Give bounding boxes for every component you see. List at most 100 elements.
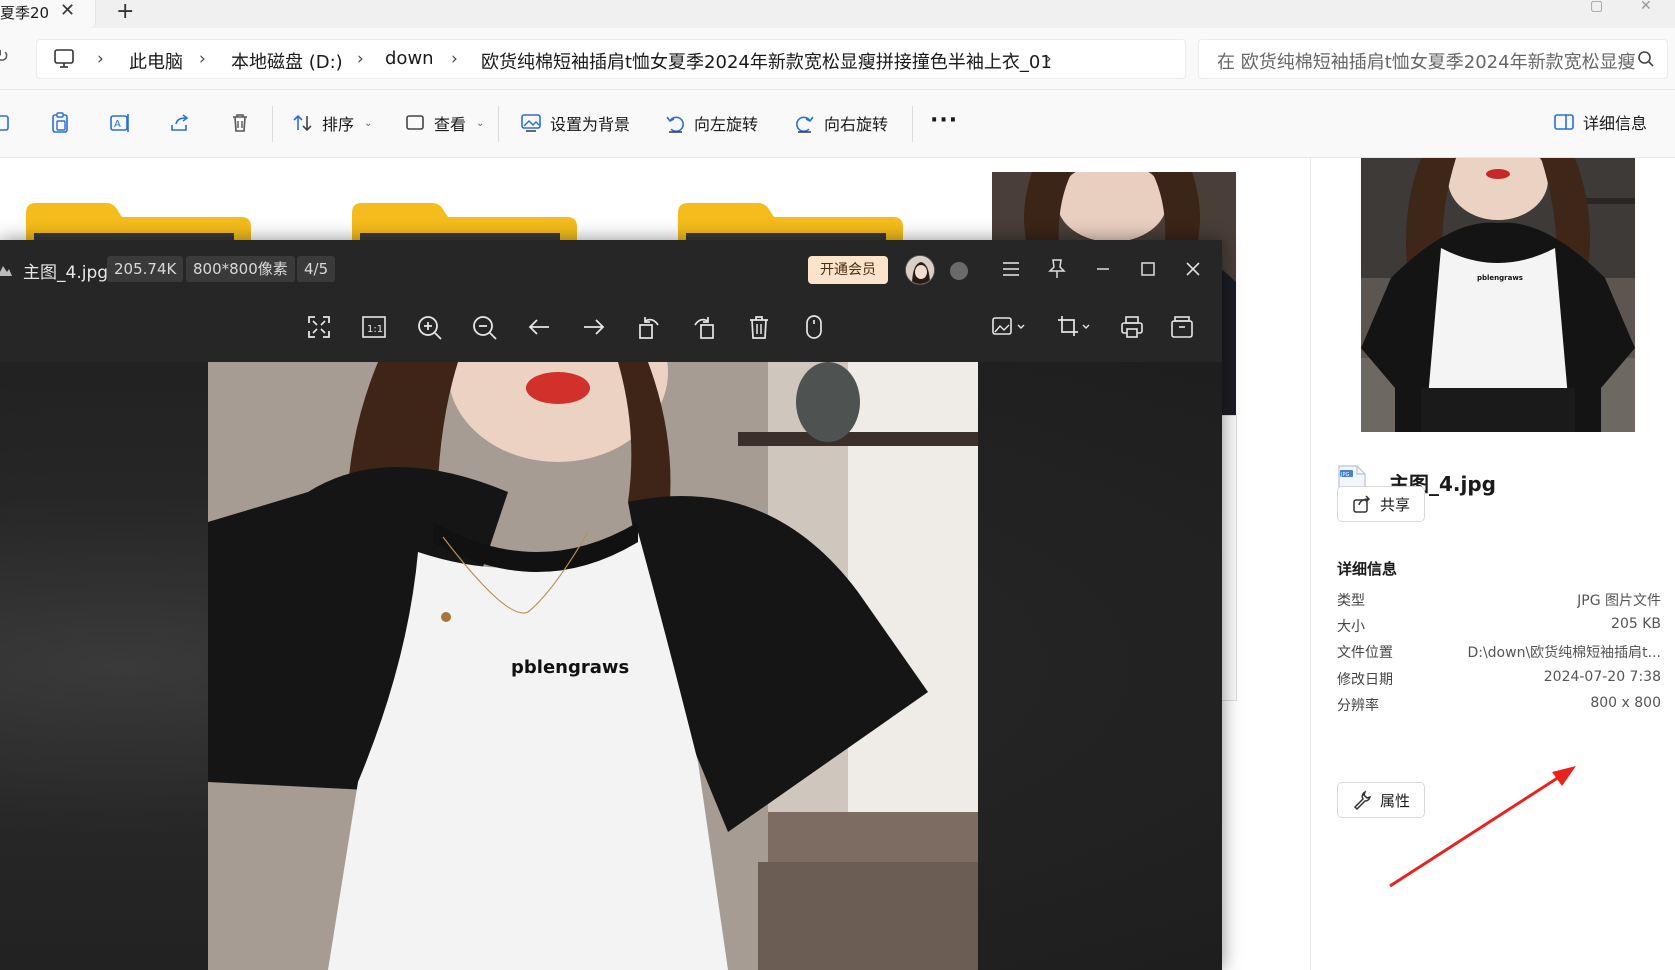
- tab-title: 夏季20: [0, 4, 50, 22]
- zoom-in-icon[interactable]: [415, 313, 443, 341]
- menu-icon[interactable]: [999, 257, 1023, 281]
- delete-icon[interactable]: [228, 111, 252, 135]
- breadcrumb-drive-d[interactable]: 本地磁盘 (D:): [231, 48, 343, 74]
- rotate-left-icon[interactable]: [635, 313, 663, 341]
- trash-icon[interactable]: [745, 313, 773, 341]
- detail-row-location: 文件位置 D:\down\欧货纯棉短袖插肩t...: [1337, 642, 1661, 664]
- rotate-right-label: 向右旋转: [824, 115, 889, 134]
- restore-icon[interactable]: ▢: [1590, 0, 1603, 14]
- detail-value[interactable]: D:\down\欧货纯棉短袖插肩t...: [1467, 642, 1661, 662]
- viewer-toolbar: 1:1: [0, 298, 1222, 362]
- maximize-icon[interactable]: [1136, 257, 1160, 281]
- annotation-arrow-icon: [1389, 766, 1576, 888]
- badge-icon[interactable]: [950, 262, 968, 280]
- dimensions-chip: 800*800像素: [186, 256, 295, 282]
- tab-close-icon[interactable]: ✕: [60, 0, 75, 21]
- fullscreen-icon[interactable]: [305, 313, 333, 341]
- svg-text:pblengraws: pblengraws: [1477, 274, 1523, 282]
- chevron-right-icon[interactable]: ›: [357, 49, 364, 69]
- detail-key: 修改日期: [1337, 672, 1393, 688]
- detail-key: 类型: [1337, 593, 1365, 609]
- more-options-icon[interactable]: ···: [930, 108, 958, 133]
- detail-key: 文件位置: [1337, 645, 1393, 661]
- search-icon[interactable]: [1637, 50, 1655, 68]
- refresh-icon[interactable]: ↻: [0, 46, 9, 67]
- close-icon[interactable]: [1181, 257, 1205, 281]
- rotate-left-button[interactable]: 向左旋转: [664, 109, 758, 137]
- preview-image: pblengraws: [1361, 158, 1635, 432]
- details-pane-icon: [1554, 114, 1574, 130]
- folder-icon[interactable]: [678, 203, 903, 243]
- new-tab-button[interactable]: +: [116, 0, 134, 24]
- detail-key: 大小: [1337, 619, 1365, 635]
- share-icon: [1353, 495, 1371, 513]
- chevron-right-icon[interactable]: ›: [451, 49, 458, 69]
- chevron-right-icon[interactable]: ›: [1045, 49, 1052, 69]
- crop-dropdown-icon[interactable]: [1055, 313, 1093, 341]
- viewer-titlebar[interactable]: 主图_4.jpg 205.74K 800*800像素 4/5 开通会员: [0, 240, 1222, 298]
- image-edit-dropdown-icon[interactable]: [990, 313, 1028, 341]
- displayed-photo[interactable]: pblengraws: [208, 362, 978, 970]
- rotate-right-icon[interactable]: [690, 313, 718, 341]
- detail-value: 2024-07-20 7:38: [1543, 669, 1661, 685]
- explorer-tab-bar: 夏季20 ✕ + ▢ ✕: [0, 0, 1675, 28]
- image-viewer-window: 主图_4.jpg 205.74K 800*800像素 4/5 开通会员 1:1 …: [0, 240, 1222, 970]
- shirt-logo-text: pblengraws: [511, 657, 629, 678]
- folder-icon[interactable]: [352, 203, 577, 243]
- viewer-app-icon: [0, 266, 12, 276]
- previous-arrow-icon[interactable]: [525, 313, 553, 341]
- sort-button[interactable]: 排序 ⌄: [292, 109, 372, 137]
- chevron-down-icon: ⌄: [364, 117, 373, 129]
- actual-size-icon[interactable]: 1:1: [360, 313, 388, 341]
- search-placeholder: 在 欧货纯棉短袖插肩t恤女夏季2024年新款宽松显瘦: [1217, 52, 1636, 73]
- breadcrumb-current-folder[interactable]: 欧货纯棉短袖插肩t恤女夏季2024年新款宽松显瘦拼接撞色半袖上衣_01: [481, 48, 1052, 74]
- folder-icon[interactable]: [26, 203, 251, 243]
- detail-value: 205 KB: [1611, 616, 1661, 632]
- details-toggle-label: 详细信息: [1582, 114, 1647, 133]
- details-heading: 详细信息: [1337, 560, 1398, 578]
- image-index-chip: 4/5: [297, 256, 336, 282]
- paste-icon[interactable]: [48, 111, 72, 135]
- view-button[interactable]: 查看 ⌄: [404, 109, 484, 137]
- copy-icon[interactable]: [0, 111, 14, 135]
- address-row: ↻ › 此电脑 › 本地磁盘 (D:) › down › 欧货纯棉短袖插肩t恤女…: [0, 28, 1675, 90]
- detail-key: 分辨率: [1337, 698, 1379, 714]
- pin-icon[interactable]: [1045, 257, 1069, 281]
- detail-row-size: 大小 205 KB: [1337, 616, 1661, 638]
- separator: [272, 106, 273, 142]
- share-button[interactable]: 共享: [1337, 486, 1425, 522]
- archive-icon[interactable]: [1168, 313, 1196, 341]
- close-window-icon[interactable]: ✕: [1640, 0, 1652, 14]
- separator: [498, 106, 499, 142]
- breadcrumb-down[interactable]: down: [385, 48, 434, 69]
- detail-row-modified: 修改日期 2024-07-20 7:38: [1337, 669, 1661, 691]
- breadcrumb-this-pc[interactable]: 此电脑: [129, 48, 183, 74]
- sort-label: 排序: [322, 115, 355, 134]
- chevron-right-icon[interactable]: ›: [199, 49, 206, 69]
- share-label: 共享: [1379, 495, 1410, 514]
- mouse-icon[interactable]: [800, 313, 828, 341]
- rename-icon[interactable]: A: [108, 111, 132, 135]
- this-pc-icon: [54, 49, 74, 68]
- minimize-icon[interactable]: [1091, 257, 1115, 281]
- sort-icon: [293, 114, 312, 132]
- search-input[interactable]: 在 欧货纯棉短袖插肩t恤女夏季2024年新款宽松显瘦: [1198, 39, 1668, 79]
- share-icon[interactable]: [168, 111, 192, 135]
- chevron-right-icon[interactable]: ›: [97, 49, 104, 69]
- avatar[interactable]: [905, 255, 935, 285]
- set-background-button[interactable]: 设置为背景: [520, 109, 630, 137]
- next-arrow-icon[interactable]: [580, 313, 608, 341]
- view-icon: [406, 115, 424, 130]
- print-icon[interactable]: [1118, 313, 1146, 341]
- rotate-right-button[interactable]: 向右旋转: [794, 109, 888, 137]
- breadcrumb[interactable]: › 此电脑 › 本地磁盘 (D:) › down › 欧货纯棉短袖插肩t恤女夏季…: [36, 39, 1186, 79]
- vip-button[interactable]: 开通会员: [808, 256, 888, 284]
- explorer-tab[interactable]: 夏季20 ✕: [0, 0, 96, 28]
- svg-text:1:1: 1:1: [367, 324, 383, 335]
- details-pane-toggle[interactable]: 详细信息: [1553, 108, 1647, 136]
- svg-text:JPG: JPG: [1340, 472, 1349, 478]
- viewer-filename: 主图_4.jpg: [23, 263, 109, 283]
- zoom-out-icon[interactable]: [470, 313, 498, 341]
- view-label: 查看: [434, 115, 467, 134]
- viewer-canvas[interactable]: pblengraws: [0, 362, 1222, 970]
